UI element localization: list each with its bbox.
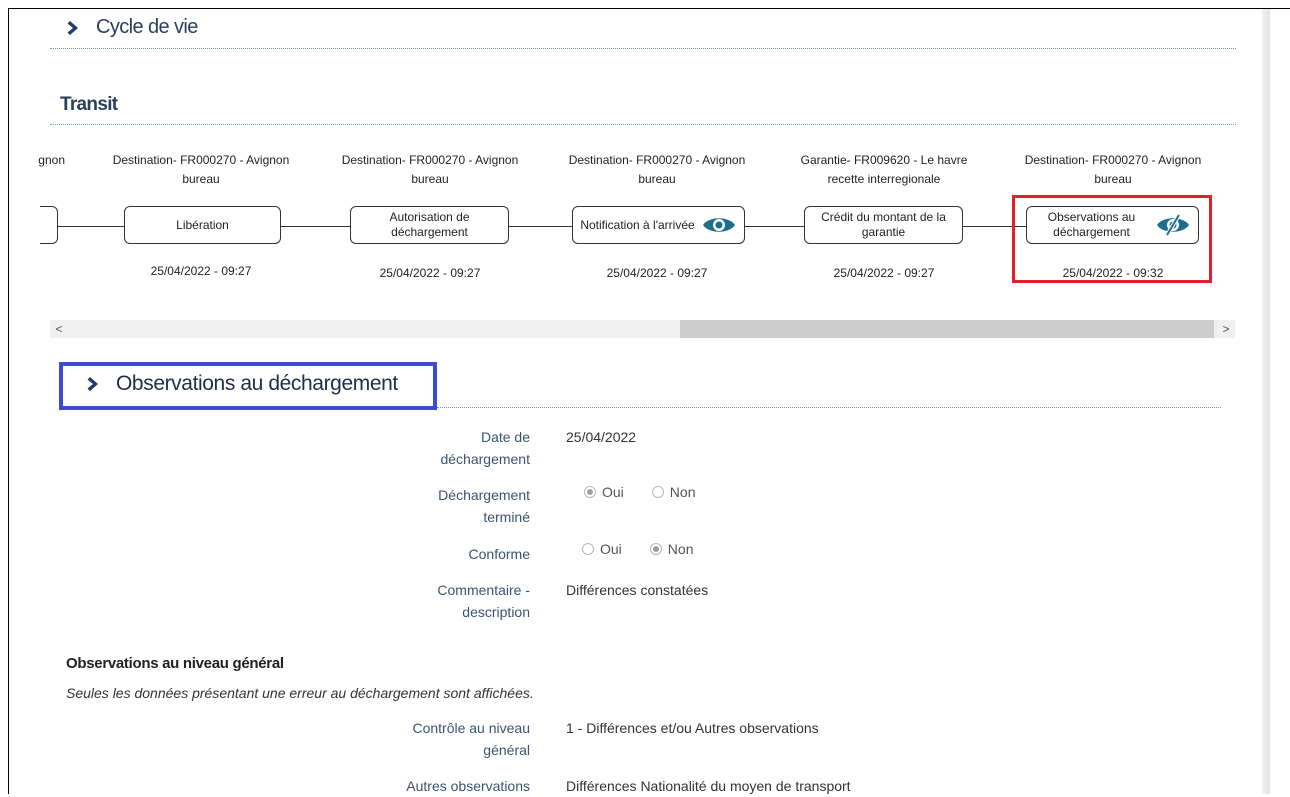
chevron-right-icon	[87, 377, 98, 391]
radio-checked[interactable]	[649, 543, 662, 555]
timeline-step-label: Notification à l'arrivée	[580, 217, 695, 232]
radio-checked[interactable]	[584, 486, 596, 498]
timeline-step-label: Crédit du montant de la garantie	[821, 210, 946, 239]
timeline-connector	[280, 226, 351, 227]
divider	[50, 124, 1236, 125]
window-border-top	[8, 8, 1290, 9]
cycle-de-vie-header[interactable]: Cycle de vie	[66, 16, 198, 39]
termine-non-option[interactable]: Non	[651, 484, 695, 500]
timeline-connector	[57, 226, 125, 227]
horizontal-scrollbar[interactable]: < >	[50, 320, 1235, 338]
timeline-place: Destination- FR000270 - Avignon bureau	[568, 153, 746, 186]
termine-oui-option[interactable]: Oui	[584, 484, 624, 500]
timeline-step-label: Libération	[176, 217, 229, 232]
termine-radio-group: Oui Non	[584, 484, 695, 500]
red-highlight-box	[1012, 195, 1212, 283]
timeline-place: Garantie- FR009620 - Le havre recette in…	[800, 153, 968, 186]
observations-title: Observations au déchargement	[116, 372, 398, 395]
scroll-left-arrow[interactable]: <	[50, 320, 68, 338]
general-heading: Observations au niveau général	[66, 655, 284, 672]
timeline-date: 25/04/2022 - 09:27	[150, 264, 252, 278]
scroll-thumb[interactable]	[680, 320, 1214, 338]
timeline-place: Destination- FR000270 - Avignon bureau	[1024, 153, 1202, 186]
date-label: Date de déchargement	[440, 429, 530, 467]
timeline-date: 25/04/2022 - 09:27	[606, 266, 708, 280]
commentaire-value: Différences constatées	[566, 582, 709, 598]
radio-unchecked[interactable]	[582, 543, 594, 555]
divider	[437, 407, 1221, 408]
eye-icon[interactable]	[702, 215, 736, 235]
termine-label: Déchargement terminé	[438, 487, 530, 525]
content-shadow	[1262, 9, 1270, 794]
timeline-place: Destination- FR000270 - Avignon bureau	[112, 153, 290, 186]
timeline-step-liberation[interactable]: Libération	[124, 206, 281, 244]
controle-value: 1 - Différences et/ou Autres observation…	[566, 720, 819, 736]
conforme-label: Conforme	[468, 546, 530, 562]
conforme-non-option[interactable]: Non	[649, 541, 693, 557]
scroll-right-arrow[interactable]: >	[1217, 320, 1235, 338]
cycle-de-vie-title: Cycle de vie	[96, 16, 198, 38]
commentaire-label: Commentaire - description	[437, 582, 530, 620]
window-border-left	[8, 8, 9, 794]
timeline-place: Destination- FR000270 - Avignon bureau	[341, 153, 519, 186]
conforme-oui-option[interactable]: Oui	[582, 541, 622, 557]
timeline-connector	[508, 226, 573, 227]
conforme-radio-group: Oui Non	[582, 541, 693, 557]
date-value: 25/04/2022	[566, 429, 637, 445]
controle-label: Contrôle au niveau général	[412, 720, 530, 758]
observations-header[interactable]: Observations au déchargement	[86, 372, 398, 396]
chevron-right-icon	[67, 20, 78, 35]
timeline-date: 25/04/2022 - 09:27	[379, 266, 481, 280]
timeline-step-notification[interactable]: Notification à l'arrivée	[572, 206, 745, 244]
timeline-date: 25/04/2022 - 09:27	[833, 266, 935, 280]
timeline-place: gnon	[38, 153, 65, 167]
timeline-step-partial[interactable]	[40, 206, 58, 244]
radio-unchecked[interactable]	[651, 486, 664, 498]
timeline-step-credit[interactable]: Crédit du montant de la garantie	[804, 206, 963, 244]
timeline-connector	[744, 226, 805, 227]
divider	[50, 48, 1236, 49]
general-note: Seules les données présentant une erreur…	[66, 685, 534, 701]
timeline-step-label: Autorisation de déchargement	[389, 210, 470, 239]
transit-title: Transit	[60, 94, 118, 115]
timeline-step-autorisation[interactable]: Autorisation de déchargement	[350, 206, 509, 244]
